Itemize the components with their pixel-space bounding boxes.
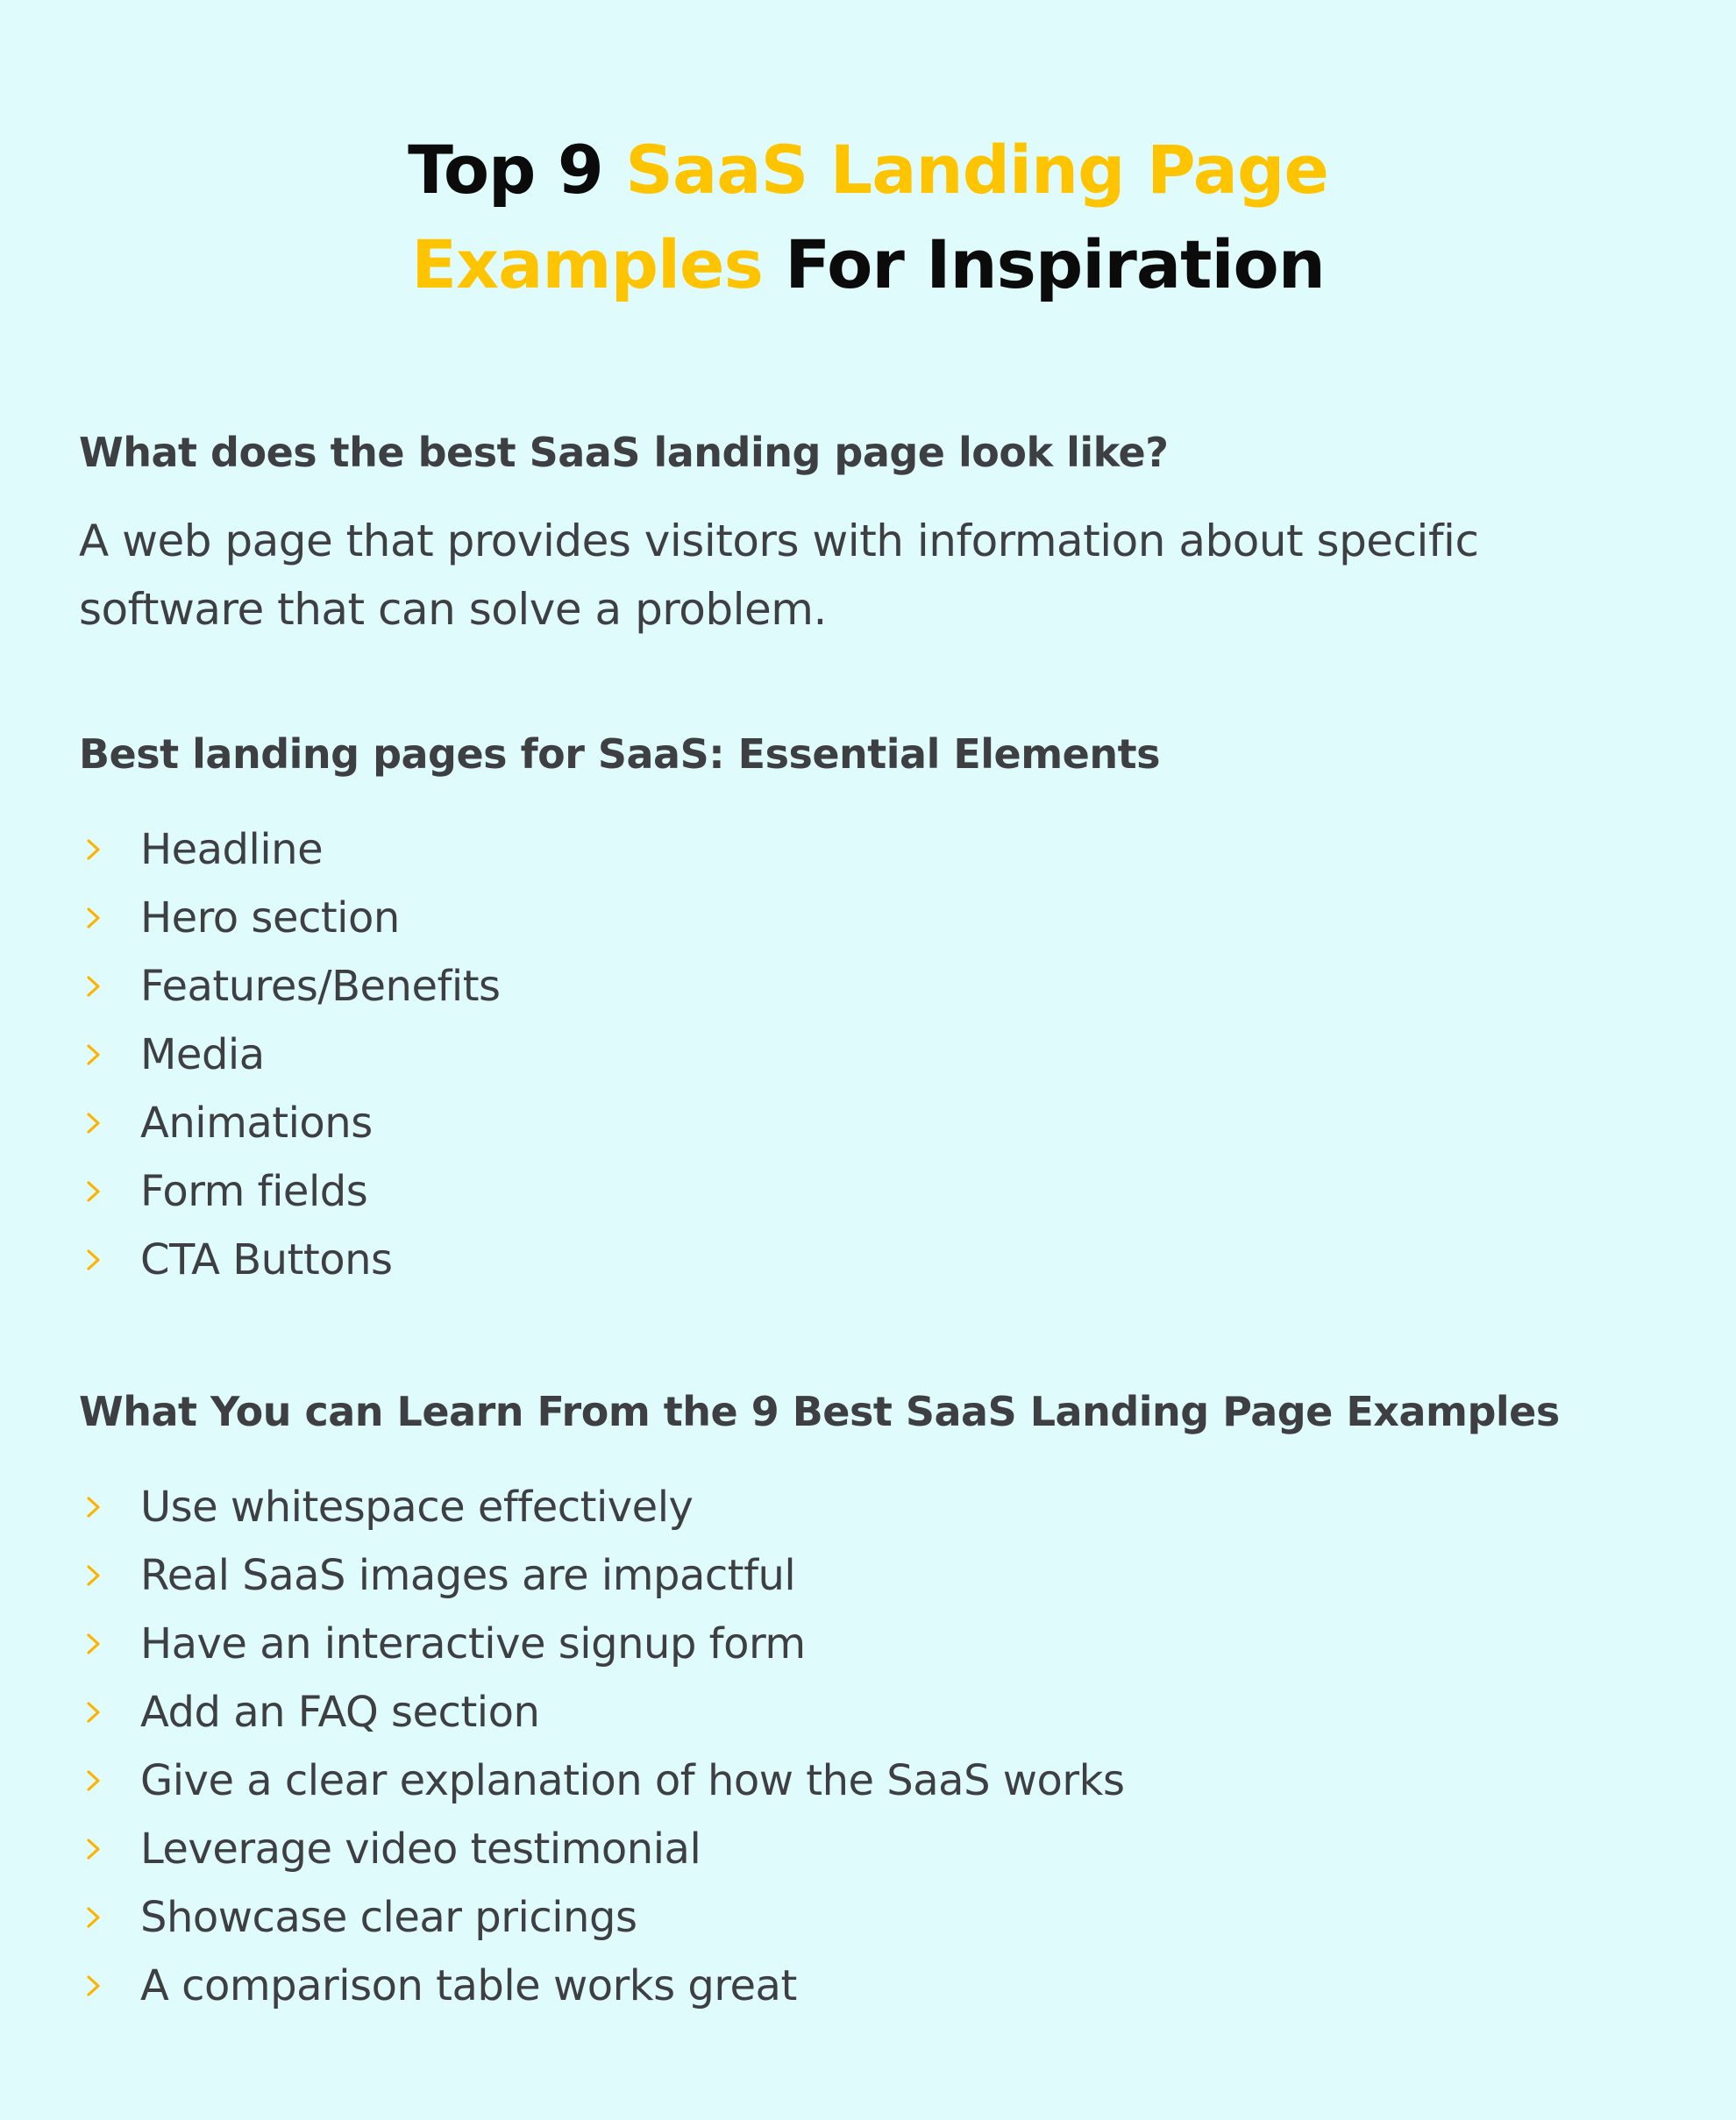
list-item-label: Animations xyxy=(140,1099,373,1148)
list-item: A comparison table works great xyxy=(79,1952,1657,2020)
list-item-label: CTA Buttons xyxy=(140,1235,393,1284)
section-heading: What You can Learn From the 9 Best SaaS … xyxy=(79,1388,1560,1435)
list-item-label: Add an FAQ section xyxy=(140,1688,540,1737)
list-item-label: Headline xyxy=(140,825,324,874)
list-item-label: A comparison table works great xyxy=(140,1961,797,2010)
lessons-list: Use whitespace effectively Real SaaS imag… xyxy=(79,1473,1657,2020)
list-item-label: Use whitespace effectively xyxy=(140,1483,694,1532)
list-item: Add an FAQ section xyxy=(79,1678,1657,1747)
list-item-label: Form fields xyxy=(140,1167,368,1216)
section-description: A web page that provides visitors with i… xyxy=(79,516,1479,635)
list-item: Showcase clear pricings xyxy=(79,1883,1657,1952)
list-item-label: Hero section xyxy=(140,893,400,943)
list-item-label: Showcase clear pricings xyxy=(140,1893,637,1942)
list-item: Form fields xyxy=(79,1157,1657,1226)
title-part-2: For Inspiration xyxy=(762,225,1326,303)
chevron-right-icon xyxy=(79,1494,140,1520)
list-item: Have an interactive signup form xyxy=(79,1610,1657,1678)
list-item: Hero section xyxy=(79,884,1657,952)
list-item-label: Give a clear explanation of how the SaaS… xyxy=(140,1756,1125,1805)
list-item: Media xyxy=(79,1021,1657,1089)
list-item-label: Real SaaS images are impactful xyxy=(140,1551,796,1600)
list-item: Real SaaS images are impactful xyxy=(79,1541,1657,1610)
chevron-right-icon xyxy=(79,1042,140,1068)
chevron-right-icon xyxy=(79,1699,140,1725)
title-part-1: Top 9 xyxy=(408,131,626,209)
chevron-right-icon xyxy=(79,1110,140,1136)
chevron-right-icon xyxy=(79,1178,140,1205)
list-item: Headline xyxy=(79,815,1657,884)
list-item: Use whitespace effectively xyxy=(79,1473,1657,1541)
section-heading: What does the best SaaS landing page loo… xyxy=(79,429,1169,476)
list-item: Give a clear explanation of how the SaaS… xyxy=(79,1747,1657,1815)
section-lessons: What You can Learn From the 9 Best SaaS … xyxy=(79,1385,1657,2020)
chevron-right-icon xyxy=(79,1768,140,1794)
list-item: Features/Benefits xyxy=(79,952,1657,1021)
chevron-right-icon xyxy=(79,1562,140,1589)
chevron-right-icon xyxy=(79,1836,140,1862)
section-definition: What does the best SaaS landing page loo… xyxy=(79,426,1657,644)
page-title: Top 9 SaaS Landing Page Examples For Ins… xyxy=(79,0,1657,312)
section-essential-elements: Best landing pages for SaaS: Essential E… xyxy=(79,728,1657,1294)
chevron-right-icon xyxy=(79,1904,140,1931)
title-accent-2: Examples xyxy=(411,225,764,303)
list-item: Leverage video testimonial xyxy=(79,1815,1657,1883)
chevron-right-icon xyxy=(79,1631,140,1657)
chevron-right-icon xyxy=(79,973,140,1000)
title-accent-1: SaaS Landing Page xyxy=(625,131,1329,209)
chevron-right-icon xyxy=(79,905,140,931)
infographic-page: Top 9 SaaS Landing Page Examples For Ins… xyxy=(0,0,1736,2120)
list-item: CTA Buttons xyxy=(79,1226,1657,1294)
list-item-label: Media xyxy=(140,1030,265,1079)
essential-elements-list: Headline Hero section Features/Benefits Med… xyxy=(79,815,1657,1294)
list-item-label: Features/Benefits xyxy=(140,962,501,1011)
chevron-right-icon xyxy=(79,1247,140,1273)
list-item-label: Leverage video testimonial xyxy=(140,1825,701,1874)
section-heading: Best landing pages for SaaS: Essential E… xyxy=(79,730,1161,778)
chevron-right-icon xyxy=(79,1973,140,1999)
list-item: Animations xyxy=(79,1089,1657,1157)
list-item-label: Have an interactive signup form xyxy=(140,1619,806,1668)
chevron-right-icon xyxy=(79,836,140,863)
